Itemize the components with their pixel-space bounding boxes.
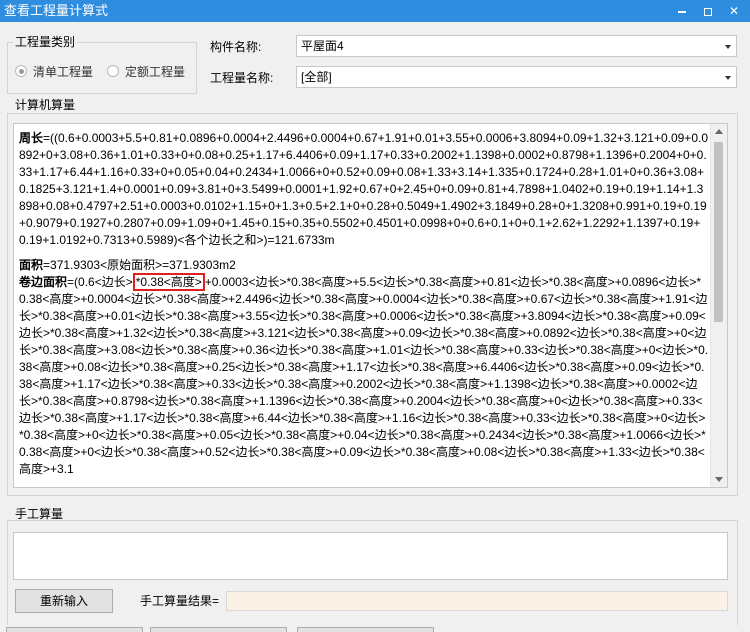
perimeter-label: 周长 bbox=[19, 131, 44, 145]
bottom-button[interactable] bbox=[150, 627, 287, 632]
window-title: 查看工程量计算式 bbox=[4, 3, 109, 18]
component-name-value: 平屋面4 bbox=[301, 39, 344, 53]
scroll-thumb[interactable] bbox=[714, 142, 723, 322]
scroll-down-icon[interactable] bbox=[715, 477, 723, 482]
manual-calc-input[interactable] bbox=[13, 532, 728, 580]
area-formula: =371.9303<原始面积>=371.9303m2 bbox=[43, 258, 236, 272]
area-label: 面积 bbox=[19, 258, 44, 272]
bottom-button[interactable] bbox=[297, 627, 434, 632]
radio-unchecked-icon[interactable] bbox=[107, 65, 119, 77]
manual-calc-label: 手工算量 bbox=[13, 507, 66, 521]
roll-edge-prefix: =(0.6<边长> bbox=[67, 275, 133, 289]
quantity-type-label: 工程量类别 bbox=[13, 35, 78, 49]
radio-bill-quantity[interactable]: 清单工程量 bbox=[15, 63, 93, 79]
roll-edge-line: 卷边面积=(0.6<边长> *0.38<高度> +0.0003<边长>*0.38<高… bbox=[19, 273, 709, 478]
maximize-icon[interactable] bbox=[694, 0, 722, 22]
quantity-name-value: [全部] bbox=[301, 70, 332, 84]
calc-formula-text: 周长=((0.6+0.0003+5.5+0.81+0.0896+0.0004+2… bbox=[19, 130, 709, 478]
quantity-name-select[interactable]: [全部] bbox=[296, 66, 737, 88]
close-icon[interactable]: ✕ bbox=[720, 0, 748, 22]
radio-checked-icon[interactable] bbox=[15, 65, 27, 77]
roll-edge-formula: +0.0003<边长>*0.38<高度>+5.5<边长>*0.38<高度>+0.… bbox=[19, 275, 709, 476]
computer-calc-panel[interactable]: 周长=((0.6+0.0003+5.5+0.81+0.0896+0.0004+2… bbox=[13, 123, 728, 488]
chevron-down-icon[interactable] bbox=[725, 45, 731, 49]
title-bar: 查看工程量计算式 ✕ bbox=[0, 0, 750, 22]
component-name-label: 构件名称: bbox=[210, 40, 262, 54]
chevron-down-icon[interactable] bbox=[725, 76, 731, 80]
vertical-scrollbar[interactable] bbox=[710, 124, 727, 487]
component-name-select[interactable]: 平屋面4 bbox=[296, 35, 737, 57]
computer-calc-label: 计算机算量 bbox=[13, 98, 78, 112]
manual-result-field[interactable] bbox=[226, 591, 728, 611]
bottom-button[interactable] bbox=[6, 627, 143, 632]
roll-edge-label: 卷边面积 bbox=[19, 275, 68, 289]
perimeter-formula: =((0.6+0.0003+5.5+0.81+0.0896+0.0004+2.4… bbox=[19, 131, 708, 247]
manual-result-label: 手工算量结果= bbox=[140, 594, 220, 608]
radio-quota-quantity[interactable]: 定额工程量 bbox=[107, 63, 185, 79]
minimize-icon[interactable] bbox=[668, 0, 696, 22]
reenter-button-label: 重新输入 bbox=[39, 594, 88, 608]
quantity-name-label: 工程量名称: bbox=[210, 71, 274, 85]
roll-edge-highlight: *0.38<高度> bbox=[132, 273, 205, 291]
radio-bill-quantity-label: 清单工程量 bbox=[33, 64, 94, 79]
scroll-up-icon[interactable] bbox=[715, 129, 723, 134]
radio-quota-quantity-label: 定额工程量 bbox=[125, 64, 186, 79]
area-line: 面积=371.9303<原始面积>=371.9303m2 bbox=[19, 257, 709, 274]
reenter-button[interactable]: 重新输入 bbox=[15, 589, 113, 613]
perimeter-line: 周长=((0.6+0.0003+5.5+0.81+0.0896+0.0004+2… bbox=[19, 130, 709, 249]
